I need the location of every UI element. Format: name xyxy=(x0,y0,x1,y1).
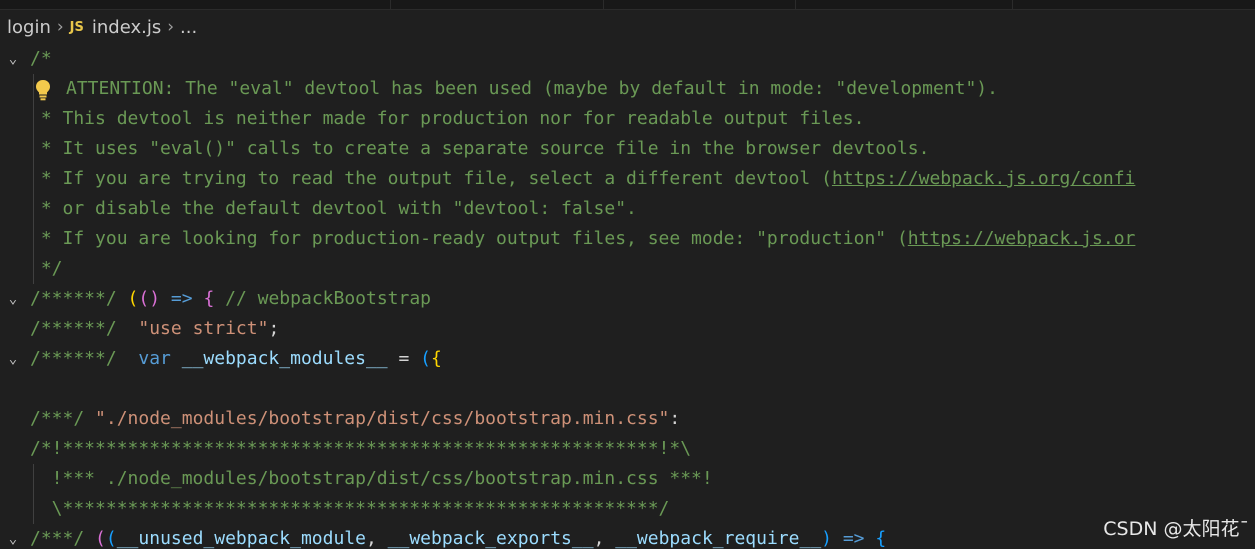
code-text: /******/ xyxy=(30,318,128,339)
fold-chevron-down-icon[interactable]: ⌄ xyxy=(4,44,22,74)
code-text: , xyxy=(593,528,616,549)
code-line: * If you are looking for production-read… xyxy=(0,224,1255,254)
code-text: ( xyxy=(105,528,117,549)
fold-chevron-down-icon[interactable]: ⌄ xyxy=(4,524,22,549)
breadcrumb: login › JS index.js › ... xyxy=(7,14,197,40)
code-text: /******/ xyxy=(30,348,128,369)
code-text: ; xyxy=(268,318,280,339)
code-text: : xyxy=(669,408,681,429)
code-text: () xyxy=(138,288,161,309)
link[interactable]: https://webpack.js.or xyxy=(908,228,1136,249)
code-text: !*** ./node_modules/bootstrap/dist/css/b… xyxy=(30,468,713,489)
code-text: ( xyxy=(95,528,106,549)
code-text: * If you are looking for production-read… xyxy=(30,228,908,249)
code-text: ( xyxy=(420,348,431,369)
code-line: * It uses "eval()" calls to create a sep… xyxy=(0,134,1255,164)
fold-chevron-down-icon[interactable]: ⌄ xyxy=(4,344,22,374)
code-line: ⌄ /* xyxy=(0,44,1255,74)
code-text: ) xyxy=(821,528,832,549)
code-text: /******/ xyxy=(30,288,128,309)
code-text: ATTENTION: The "eval" devtool has been u… xyxy=(66,78,998,99)
code-text: => xyxy=(160,288,204,309)
editor-tab-strip[interactable] xyxy=(0,0,1255,10)
code-text: * This devtool is neither made for produ… xyxy=(30,108,865,129)
code-line: !*** ./node_modules/bootstrap/dist/css/b… xyxy=(0,464,1255,494)
code-text: /***/ xyxy=(30,528,96,549)
code-text: /* xyxy=(30,48,52,69)
code-text: __webpack_exports__ xyxy=(387,528,594,549)
code-text: /*!*************************************… xyxy=(30,438,692,459)
code-line: * This devtool is neither made for produ… xyxy=(0,104,1255,134)
code-line: * or disable the default devtool with "d… xyxy=(0,194,1255,224)
code-line: ATTENTION: The "eval" devtool has been u… xyxy=(0,74,1255,104)
code-text: __webpack_modules__ xyxy=(181,348,388,369)
js-file-icon: JS xyxy=(69,19,84,35)
code-text: var xyxy=(127,348,182,369)
code-text: "use strict" xyxy=(127,318,269,339)
code-text: */ xyxy=(30,258,63,279)
code-line: ⌄ /******/ (() => { // webpackBootstrap xyxy=(0,284,1255,314)
link[interactable]: https://webpack.js.org/confi xyxy=(832,168,1135,189)
fold-chevron-down-icon[interactable]: ⌄ xyxy=(4,284,22,314)
code-text: = xyxy=(387,348,421,369)
code-text: "./node_modules/bootstrap/dist/css/boots… xyxy=(95,408,670,429)
code-text: { xyxy=(203,288,215,309)
chevron-right-icon: › xyxy=(56,17,64,37)
code-text: /***/ xyxy=(30,408,96,429)
code-line: /***/ "./node_modules/bootstrap/dist/css… xyxy=(0,404,1255,434)
code-text: * or disable the default devtool with "d… xyxy=(30,198,637,219)
breadcrumb-file[interactable]: index.js xyxy=(92,17,161,38)
code-line: * If you are trying to read the output f… xyxy=(0,164,1255,194)
code-line: */ xyxy=(0,254,1255,284)
code-text: => xyxy=(832,528,876,549)
code-text: __unused_webpack_module xyxy=(116,528,366,549)
breadcrumb-symbols[interactable]: ... xyxy=(180,17,197,38)
code-line: /******/ "use strict"; xyxy=(0,314,1255,344)
tab-divider xyxy=(603,0,604,9)
code-text: ( xyxy=(127,288,139,309)
tab-divider xyxy=(1012,0,1013,9)
code-line: /*!*************************************… xyxy=(0,434,1255,464)
lightbulb-icon[interactable] xyxy=(34,79,52,101)
code-text: \***************************************… xyxy=(30,498,670,519)
code-line: \***************************************… xyxy=(0,494,1255,524)
breadcrumb-folder[interactable]: login xyxy=(7,17,51,38)
tab-divider xyxy=(795,0,796,9)
chevron-right-icon: › xyxy=(167,17,175,37)
code-line: ⌄ /***/ ((__unused_webpack_module, __web… xyxy=(0,524,1255,549)
code-text: { xyxy=(431,348,442,369)
code-text: { xyxy=(875,528,887,549)
code-text: * If you are trying to read the output f… xyxy=(30,168,832,189)
code-line: ⌄ /******/ var __webpack_modules__ = ({ xyxy=(0,344,1255,374)
code-editor[interactable]: ⌄ /* ATTENTION: The "eval" devtool has b… xyxy=(0,44,1255,549)
code-text: // webpackBootstrap xyxy=(214,288,432,309)
watermark: CSDN @太阳花ˉ xyxy=(1103,518,1249,540)
code-text: __webpack_require__ xyxy=(615,528,822,549)
code-text: * It uses "eval()" calls to create a sep… xyxy=(30,138,930,159)
code-text: , xyxy=(365,528,388,549)
tab-divider xyxy=(390,0,391,9)
